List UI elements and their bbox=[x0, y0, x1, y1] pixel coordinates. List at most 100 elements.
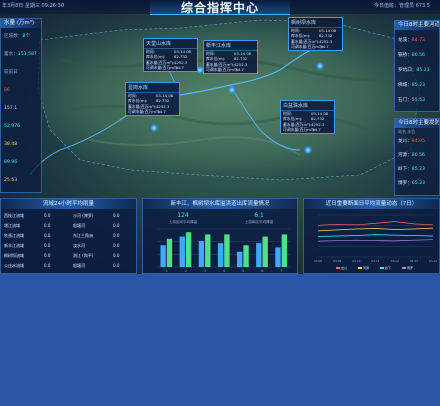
bar bbox=[166, 238, 173, 267]
x-tick-label: 2 bbox=[185, 269, 187, 273]
reservoir-popup-xinfengjiang[interactable]: 新丰江水库 时间: 03-14 08 库水位(m): 82.732 蓄水量(百万m³): 4… bbox=[203, 40, 258, 74]
station-level: 65.23 bbox=[411, 181, 425, 186]
stat-label: 上游库区平均降量 bbox=[244, 220, 274, 224]
river-row[interactable]: 铁桥：86.56 bbox=[395, 48, 439, 63]
station-level: 86.56 bbox=[411, 53, 425, 58]
station-name: 龙川： bbox=[398, 139, 412, 144]
storage-row: 较前日 bbox=[1, 64, 41, 82]
water-storage-panel: 水量 (万m³) 区域数：8个 蓄水：153,587 较前日 86 157.1 52,97… bbox=[0, 18, 42, 193]
storage-value: 较前日 bbox=[4, 70, 18, 75]
bar bbox=[160, 245, 166, 267]
popup-label: 时间: bbox=[146, 49, 155, 54]
bar bbox=[256, 243, 262, 267]
popup-label: 蓄水量(百万m³): bbox=[206, 61, 235, 67]
rainfall-panel: 流域24小时平均雨量 西枝江流域 0.0 增江流域 0.0 秋香江流域 0.0 新丰江流域 0… bbox=[0, 198, 137, 274]
x-tick-label: 1 bbox=[165, 269, 167, 273]
stat-value: 124 bbox=[177, 212, 189, 219]
reservoir-marker[interactable] bbox=[150, 124, 158, 132]
station-name: 博罗： bbox=[398, 181, 412, 186]
bar bbox=[205, 234, 211, 267]
storage-label: 蓄水： bbox=[4, 52, 18, 57]
legend-swatch bbox=[402, 267, 406, 269]
reservoir-marker[interactable] bbox=[304, 146, 312, 154]
x-tick-label: 03-12 bbox=[391, 259, 399, 263]
panel-title: 今日8时主要河道 bbox=[395, 21, 439, 30]
reservoir-popup-fengshuba[interactable]: 枫树坝水库 时间: 03-14 08 库水位(m): 82.732 蓄水量(百万m³): 4… bbox=[288, 17, 343, 51]
legend-label: 龙川 bbox=[341, 265, 347, 270]
reservoir-marker[interactable] bbox=[228, 86, 236, 94]
legend-swatch bbox=[336, 267, 340, 269]
x-tick-label: 03-11 bbox=[371, 259, 379, 263]
bar bbox=[217, 243, 224, 267]
bar bbox=[185, 232, 192, 267]
inflow-bar-chart[interactable]: 1 2 3 4 5 6 7 bbox=[147, 227, 295, 273]
reservoir-popup-baipenzhu[interactable]: 白盆珠水库 时间: 03-14 08 库水位(m): 82.732 蓄水量(百万m³): 4… bbox=[280, 100, 335, 134]
popup-label: 时间: bbox=[283, 111, 292, 116]
storage-row: 25.53 bbox=[1, 172, 41, 190]
popup-label: 库水位(m): bbox=[128, 98, 148, 104]
basin-rainfall: 0.0 bbox=[113, 223, 120, 228]
stat-value: 6.1 bbox=[254, 212, 264, 219]
basin-name: 船塘河 bbox=[73, 263, 85, 268]
storage-value: 25.53 bbox=[4, 178, 18, 183]
storage-value: 153,587 bbox=[17, 52, 37, 57]
storage-value: 86 bbox=[4, 88, 10, 93]
reservoir-popup-tiantangshan[interactable]: 天堂山水库 时间: 03-14 08 库水位(m): 82.732 蓄水量(百万m³): 4… bbox=[143, 38, 198, 72]
flow-panel: 近日重要断面日平均流量动态（7日） 03-08 03-09 03-10 03-11 03… bbox=[303, 198, 440, 274]
popup-value: -54.7 bbox=[156, 109, 166, 115]
page-title: 综合指挥中心 bbox=[150, 0, 290, 15]
x-tick-label: 7 bbox=[280, 269, 282, 273]
popup-value: -54.7 bbox=[174, 65, 184, 71]
popup-label: 库水位(m): bbox=[283, 116, 303, 122]
station-name: 佛城： bbox=[398, 83, 412, 88]
legend-label: 岭下 bbox=[385, 265, 391, 270]
river-level-panel: 今日8时主要河道 龙溪：84.73 铁桥：86.56 罗坑口：85.23 佛城：85.… bbox=[394, 20, 440, 112]
reservoir-popup-xiangang[interactable]: 显岗水库 时间: 03-14 08 库水位(m): 82.732 蓄水量(百万m³): 42… bbox=[125, 82, 180, 116]
x-tick-label: 6 bbox=[261, 269, 263, 273]
flow-line-chart[interactable]: 03-08 03-09 03-10 03-11 03-12 03-13 03-14 龙川 河源 岭… bbox=[308, 211, 437, 273]
river-row[interactable]: 佛城：85.23 bbox=[395, 78, 439, 93]
popup-title: 枫树坝水库 bbox=[289, 18, 342, 28]
legend-label: 河源 bbox=[363, 265, 369, 270]
basin-rainfall: 0.0 bbox=[113, 233, 120, 238]
basin-rainfall: 0.0 bbox=[113, 263, 120, 268]
table-header: 站名 水位 bbox=[398, 129, 416, 134]
panel-title: 近日重要断面日平均流量动态（7日） bbox=[304, 199, 439, 209]
popup-row: 可调水量(百万m³): -54.7 bbox=[281, 127, 334, 132]
stat-label: 上游区间平均降量 bbox=[168, 220, 198, 224]
storage-row: 89.96 bbox=[1, 154, 41, 172]
storage-value: 38.48 bbox=[4, 142, 18, 147]
reservoir-marker[interactable] bbox=[316, 62, 324, 70]
popup-label: 蓄水量(百万m³): bbox=[128, 103, 157, 109]
river-row[interactable]: 罗坑口：85.23 bbox=[395, 63, 439, 78]
header-bar: 年3月8日 星期三 09:26:30 综合指挥中心 今日值班：管理员 673.5 bbox=[0, 0, 440, 15]
x-tick-label: 3 bbox=[204, 269, 206, 273]
dike-row[interactable]: 博罗：65.23 bbox=[395, 177, 439, 191]
panel-title: 今日8时主要堤防 bbox=[395, 119, 439, 128]
basin-name: 枫树坝流域 bbox=[4, 253, 24, 258]
river-row[interactable]: 石门：55.53 bbox=[395, 93, 439, 108]
bar bbox=[237, 251, 243, 267]
x-tick-label: 03-08 bbox=[314, 259, 322, 263]
popup-label: 库水位(m): bbox=[291, 33, 311, 39]
series-line bbox=[317, 239, 434, 242]
storage-row: 区域数：8个 bbox=[1, 28, 41, 46]
inflow-panel: 新丰江、枫树坝水库溢洪道出库流量情况 124 上游区间平均降量 6.1 上游库区… bbox=[142, 198, 298, 274]
dike-row[interactable]: 河源：86.56 bbox=[395, 149, 439, 163]
dike-row[interactable]: 龙川：84.95 bbox=[395, 135, 439, 149]
basin-rainfall: 0.0 bbox=[113, 253, 120, 258]
x-tick-label: 03-13 bbox=[410, 259, 418, 263]
basin-name: 浰江 (和平) bbox=[73, 253, 94, 258]
basin-name: 沙河 (博罗) bbox=[73, 213, 94, 218]
river-row[interactable]: 龙溪：84.73 bbox=[395, 33, 439, 48]
popup-title: 白盆珠水库 bbox=[281, 101, 334, 111]
basin-rainfall: 0.0 bbox=[113, 243, 120, 248]
terrain-map[interactable] bbox=[0, 0, 440, 200]
popup-label: 蓄水量(百万m³): bbox=[283, 121, 312, 127]
basin-name: 淡水河 bbox=[73, 243, 85, 248]
bar bbox=[224, 234, 230, 267]
dike-row[interactable]: 岭下：85.23 bbox=[395, 163, 439, 177]
storage-row: 蓄水：153,587 bbox=[1, 46, 41, 64]
duty-info[interactable]: 今日值班：管理员 673.5 bbox=[374, 2, 430, 9]
popup-title: 天堂山水库 bbox=[144, 39, 197, 49]
